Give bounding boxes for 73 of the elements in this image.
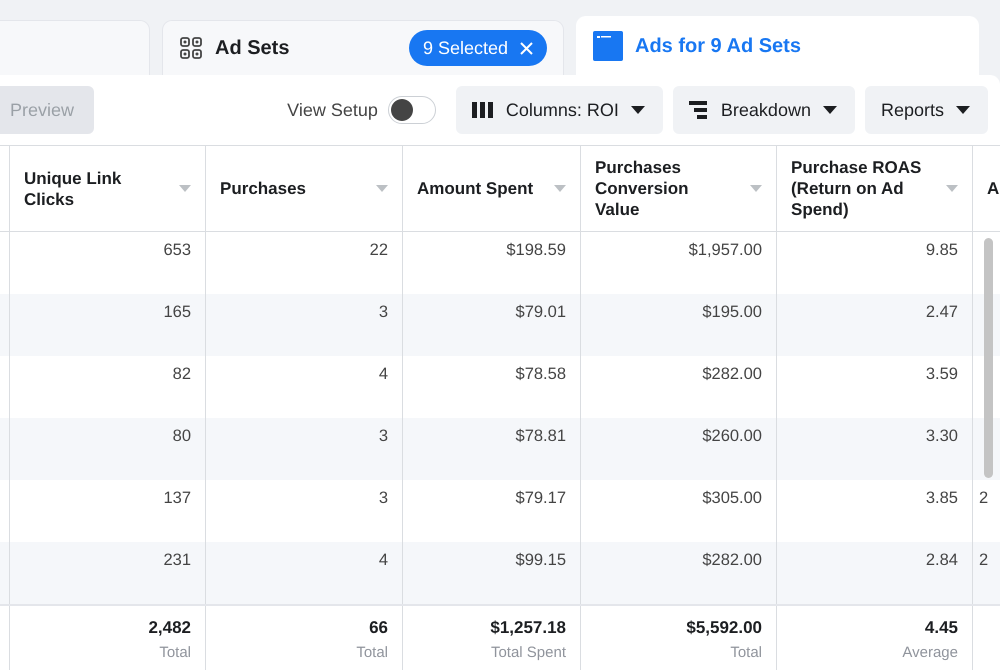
total-value: 2,482 bbox=[148, 618, 191, 638]
table-cell: 80 bbox=[172, 427, 191, 445]
total-value: $1,257.18 bbox=[490, 618, 566, 638]
table-cell: 2 bbox=[979, 551, 988, 569]
caret-icon bbox=[630, 106, 645, 114]
column-header[interactable]: Amount Spent bbox=[417, 178, 534, 199]
tab[interactable]: Ads for 9 Ad Sets bbox=[576, 16, 979, 75]
sort-caret-icon[interactable] bbox=[179, 185, 191, 192]
table-cell: $78.81 bbox=[516, 427, 566, 445]
table-cell: 2.47 bbox=[926, 303, 958, 321]
caret-icon bbox=[822, 106, 837, 114]
grid-icon bbox=[179, 36, 203, 60]
total-caption: Total bbox=[159, 644, 191, 661]
table-cell: $195.00 bbox=[702, 303, 762, 321]
view-setup-label: View Setup bbox=[287, 100, 378, 120]
close-icon bbox=[520, 42, 533, 54]
total-caption: Total bbox=[356, 644, 388, 661]
breakdown-icon bbox=[688, 101, 709, 119]
table-cell: 4 bbox=[378, 365, 388, 383]
total-caption: Total Spent bbox=[490, 644, 566, 661]
column-header[interactable]: Purchase ROAS (Return on Ad Spend) bbox=[791, 157, 923, 220]
column-header[interactable]: A bbox=[987, 178, 1000, 199]
table-cell: 22 bbox=[370, 241, 388, 259]
table-cell: 653 bbox=[163, 241, 191, 259]
column-header[interactable]: Purchases bbox=[220, 178, 306, 199]
table-cell: 9.85 bbox=[926, 241, 958, 259]
sort-caret-icon[interactable] bbox=[376, 185, 388, 192]
toolbar-button[interactable]: Columns: ROI bbox=[456, 86, 663, 134]
table-cell: $282.00 bbox=[702, 551, 762, 569]
selected-badge[interactable]: 9 Selected bbox=[408, 30, 547, 66]
table-cell: $78.58 bbox=[516, 365, 566, 383]
table-cell: 3 bbox=[378, 303, 388, 321]
sort-caret-icon[interactable] bbox=[750, 185, 762, 192]
total-caption: Average bbox=[902, 644, 958, 661]
table-cell: 165 bbox=[163, 303, 191, 321]
table-cell: $79.01 bbox=[516, 303, 566, 321]
sort-caret-icon[interactable] bbox=[554, 185, 566, 192]
table-cell: 3 bbox=[378, 489, 388, 507]
table-cell: $198.59 bbox=[506, 241, 566, 259]
table-cell: 4 bbox=[378, 551, 388, 569]
total-value: $5,592.00 bbox=[686, 618, 762, 638]
table-cell: 231 bbox=[163, 551, 191, 569]
table-cell: $99.15 bbox=[516, 551, 566, 569]
table-cell: $1,957.00 bbox=[688, 241, 762, 259]
table-cell: 2.84 bbox=[926, 551, 958, 569]
table-cell: 3.30 bbox=[926, 427, 958, 445]
column-header[interactable]: Purchases Conversion Value bbox=[595, 157, 727, 220]
view-setup-toggle[interactable] bbox=[388, 96, 436, 124]
total-value: 4.45 bbox=[924, 618, 958, 638]
table-cell: $79.17 bbox=[516, 489, 566, 507]
caret-icon bbox=[956, 106, 970, 114]
table-cell: 3 bbox=[378, 427, 388, 445]
toolbar-button[interactable]: Breakdown bbox=[672, 86, 855, 134]
table-cell: 137 bbox=[163, 489, 191, 507]
sort-caret-icon[interactable] bbox=[946, 185, 958, 192]
table-cell: $305.00 bbox=[702, 489, 762, 507]
table-cell: $282.00 bbox=[702, 365, 762, 383]
table-cell: 82 bbox=[172, 365, 191, 383]
window-icon bbox=[593, 31, 623, 61]
tab[interactable]: Ad Sets 9 Selected bbox=[162, 20, 564, 75]
total-value: 66 bbox=[369, 618, 388, 638]
total-caption: Total bbox=[730, 644, 762, 661]
table-cell: $260.00 bbox=[702, 427, 762, 445]
column-header[interactable]: Unique Link Clicks bbox=[24, 168, 156, 210]
toolbar-button[interactable]: Reports bbox=[864, 86, 988, 134]
tab[interactable] bbox=[0, 20, 150, 75]
tab-label: Ads for 9 Ad Sets bbox=[635, 34, 801, 58]
table-cell: 3.59 bbox=[926, 365, 958, 383]
columns-icon bbox=[472, 102, 494, 118]
table-cell: 3.85 bbox=[926, 489, 958, 507]
tab-label: Ad Sets bbox=[215, 36, 290, 60]
table-cell: 2 bbox=[979, 489, 988, 507]
scrollbar[interactable] bbox=[984, 238, 993, 478]
